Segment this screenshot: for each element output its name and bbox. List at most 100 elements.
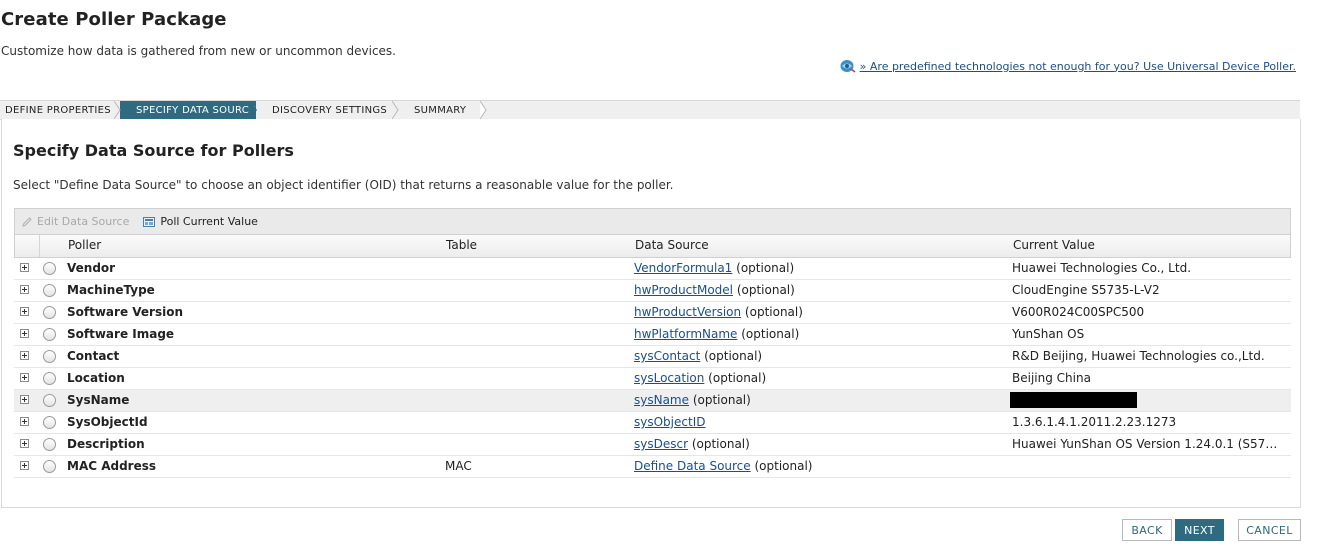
data-source-link[interactable]: sysName	[634, 393, 689, 407]
row-select-radio[interactable]	[43, 460, 56, 473]
data-source-cell: sysObjectID	[634, 415, 705, 429]
data-source-link[interactable]: hwPlatformName	[634, 327, 737, 341]
expand-icon[interactable]	[20, 351, 29, 360]
step-separator-icon	[392, 101, 399, 119]
data-source-suffix: (optional)	[741, 305, 803, 319]
data-source-link[interactable]: sysContact	[634, 349, 700, 363]
poller-name: MAC Address	[67, 459, 157, 473]
expand-icon[interactable]	[20, 285, 29, 294]
row-select-radio[interactable]	[43, 394, 56, 407]
poll-current-value-button[interactable]: Poll Current Value	[143, 215, 258, 228]
expand-icon[interactable]	[20, 329, 29, 338]
poller-name: Location	[67, 371, 125, 385]
column-header-table[interactable]: Table	[446, 238, 477, 252]
table-row[interactable]: MAC Address MAC Define Data Source (option…	[14, 456, 1291, 478]
column-header-data-source[interactable]: Data Source	[635, 238, 709, 252]
table-row[interactable]: SysObjectId sysObjectID 1.3.6.1.4.1.2011.2…	[14, 412, 1291, 434]
column-header-poller[interactable]: Poller	[68, 238, 101, 252]
header-spacer	[39, 235, 40, 257]
pencil-icon	[22, 216, 32, 227]
table-row[interactable]: Software Image hwPlatformName (optional) Y…	[14, 324, 1291, 346]
wizard-step-label: SPECIFY DATA SOURCE	[136, 104, 256, 116]
poller-name: SysObjectId	[67, 415, 148, 429]
next-button[interactable]: NEXT	[1175, 519, 1224, 541]
data-source-suffix: (optional)	[750, 459, 813, 473]
table-row[interactable]: Description sysDescr (optional) Huawei Yun…	[14, 434, 1291, 456]
expand-icon[interactable]	[20, 263, 29, 272]
back-button[interactable]: BACK	[1122, 519, 1172, 541]
table-row[interactable]: Software Version hwProductVersion (option…	[14, 302, 1291, 324]
data-source-link[interactable]: hwProductVersion	[634, 305, 741, 319]
universal-device-poller-link[interactable]: » Are predefined technologies not enough…	[860, 60, 1296, 73]
wizard-step-summary[interactable]: SUMMARY	[398, 101, 487, 119]
table-row[interactable]: SysName sysName (optional)	[14, 390, 1291, 412]
data-source-cell: sysName (optional)	[634, 393, 751, 407]
data-source-cell: hwProductVersion (optional)	[634, 305, 803, 319]
poller-name: SysName	[67, 393, 130, 407]
wizard-steps: DEFINE PROPERTIES SPECIFY DATA SOURCE DI…	[0, 100, 1300, 120]
data-source-cell: sysLocation (optional)	[634, 371, 766, 385]
current-value: YunShan OS	[1012, 327, 1085, 341]
current-value: Huawei YunShan OS Version 1.24.0.1 (S570…	[1012, 437, 1284, 451]
current-value: CloudEngine S5735-L-V2	[1012, 283, 1160, 297]
current-value: R&D Beijing, Huawei Technologies co.,Ltd…	[1012, 349, 1265, 363]
data-source-link[interactable]: VendorFormula1	[634, 261, 732, 275]
expand-icon[interactable]	[20, 417, 29, 426]
wizard-step-label: SUMMARY	[414, 104, 467, 116]
row-select-radio[interactable]	[43, 306, 56, 319]
row-select-radio[interactable]	[43, 438, 56, 451]
expand-icon[interactable]	[20, 395, 29, 404]
table-row[interactable]: MachineType hwProductModel (optional) Clou…	[14, 280, 1291, 302]
panel-description: Select "Define Data Source" to choose an…	[13, 178, 674, 192]
row-select-radio[interactable]	[43, 372, 56, 385]
current-value: Huawei Technologies Co., Ltd.	[1012, 261, 1192, 275]
poller-table: MAC	[445, 459, 472, 473]
wizard-step-label: DISCOVERY SETTINGS	[272, 104, 388, 116]
wizard-step-label: DEFINE PROPERTIES	[5, 104, 111, 116]
row-select-radio[interactable]	[43, 416, 56, 429]
current-value: Beijing China	[1012, 371, 1091, 385]
row-select-radio[interactable]	[43, 262, 56, 275]
current-value: V600R024C00SPC500	[1012, 305, 1145, 319]
poll-current-value-label: Poll Current Value	[160, 215, 258, 228]
universal-device-poller-icon	[840, 60, 856, 73]
table-row[interactable]: Contact sysContact (optional) R&D Beijing,…	[14, 346, 1291, 368]
expand-icon[interactable]	[20, 461, 29, 470]
edit-data-source-label: Edit Data Source	[37, 215, 130, 228]
cancel-button[interactable]: CANCEL	[1238, 519, 1301, 541]
grid-header: Poller Table Data Source Current Value	[14, 234, 1291, 258]
redacted-value	[1010, 392, 1137, 408]
column-header-current-value[interactable]: Current Value	[1013, 238, 1095, 252]
table-row[interactable]: Location sysLocation (optional) Beijing Ch…	[14, 368, 1291, 390]
page-title: Create Poller Package	[1, 9, 227, 30]
poller-name: Description	[67, 437, 145, 451]
data-source-suffix: (optional)	[704, 371, 767, 385]
panel-title: Specify Data Source for Pollers	[13, 141, 294, 160]
row-select-radio[interactable]	[43, 284, 56, 297]
grid-toolbar: Edit Data Source Poll Current Value	[14, 208, 1291, 234]
main-panel: Specify Data Source for Pollers Select "…	[1, 119, 1301, 508]
wizard-step-define-properties[interactable]: DEFINE PROPERTIES	[0, 101, 121, 119]
poller-name: MachineType	[67, 283, 155, 297]
data-source-link[interactable]: sysDescr	[634, 437, 688, 451]
edit-data-source-button[interactable]: Edit Data Source	[21, 215, 129, 228]
wizard-step-discovery-settings[interactable]: DISCOVERY SETTINGS	[256, 101, 399, 119]
data-source-link[interactable]: sysLocation	[634, 371, 704, 385]
data-source-suffix: (optional)	[737, 327, 800, 341]
step-separator-icon	[250, 101, 257, 119]
row-select-radio[interactable]	[43, 328, 56, 341]
current-value: 1.3.6.1.4.1.2011.2.23.1273	[1012, 415, 1177, 429]
expand-icon[interactable]	[20, 307, 29, 316]
data-source-link[interactable]: Define Data Source	[634, 459, 751, 473]
step-separator-icon	[480, 101, 487, 119]
poller-name: Software Version	[67, 305, 183, 319]
table-row[interactable]: Vendor VendorFormula1 (optional) Huawei Te…	[14, 258, 1291, 280]
wizard-step-specify-data-source[interactable]: SPECIFY DATA SOURCE	[120, 101, 257, 119]
data-source-link[interactable]: sysObjectID	[634, 415, 705, 429]
udp-link-container: » Are predefined technologies not enough…	[840, 59, 1296, 73]
data-source-cell: sysContact (optional)	[634, 349, 762, 363]
row-select-radio[interactable]	[43, 350, 56, 363]
expand-icon[interactable]	[20, 439, 29, 448]
expand-icon[interactable]	[20, 373, 29, 382]
data-source-link[interactable]: hwProductModel	[634, 283, 733, 297]
